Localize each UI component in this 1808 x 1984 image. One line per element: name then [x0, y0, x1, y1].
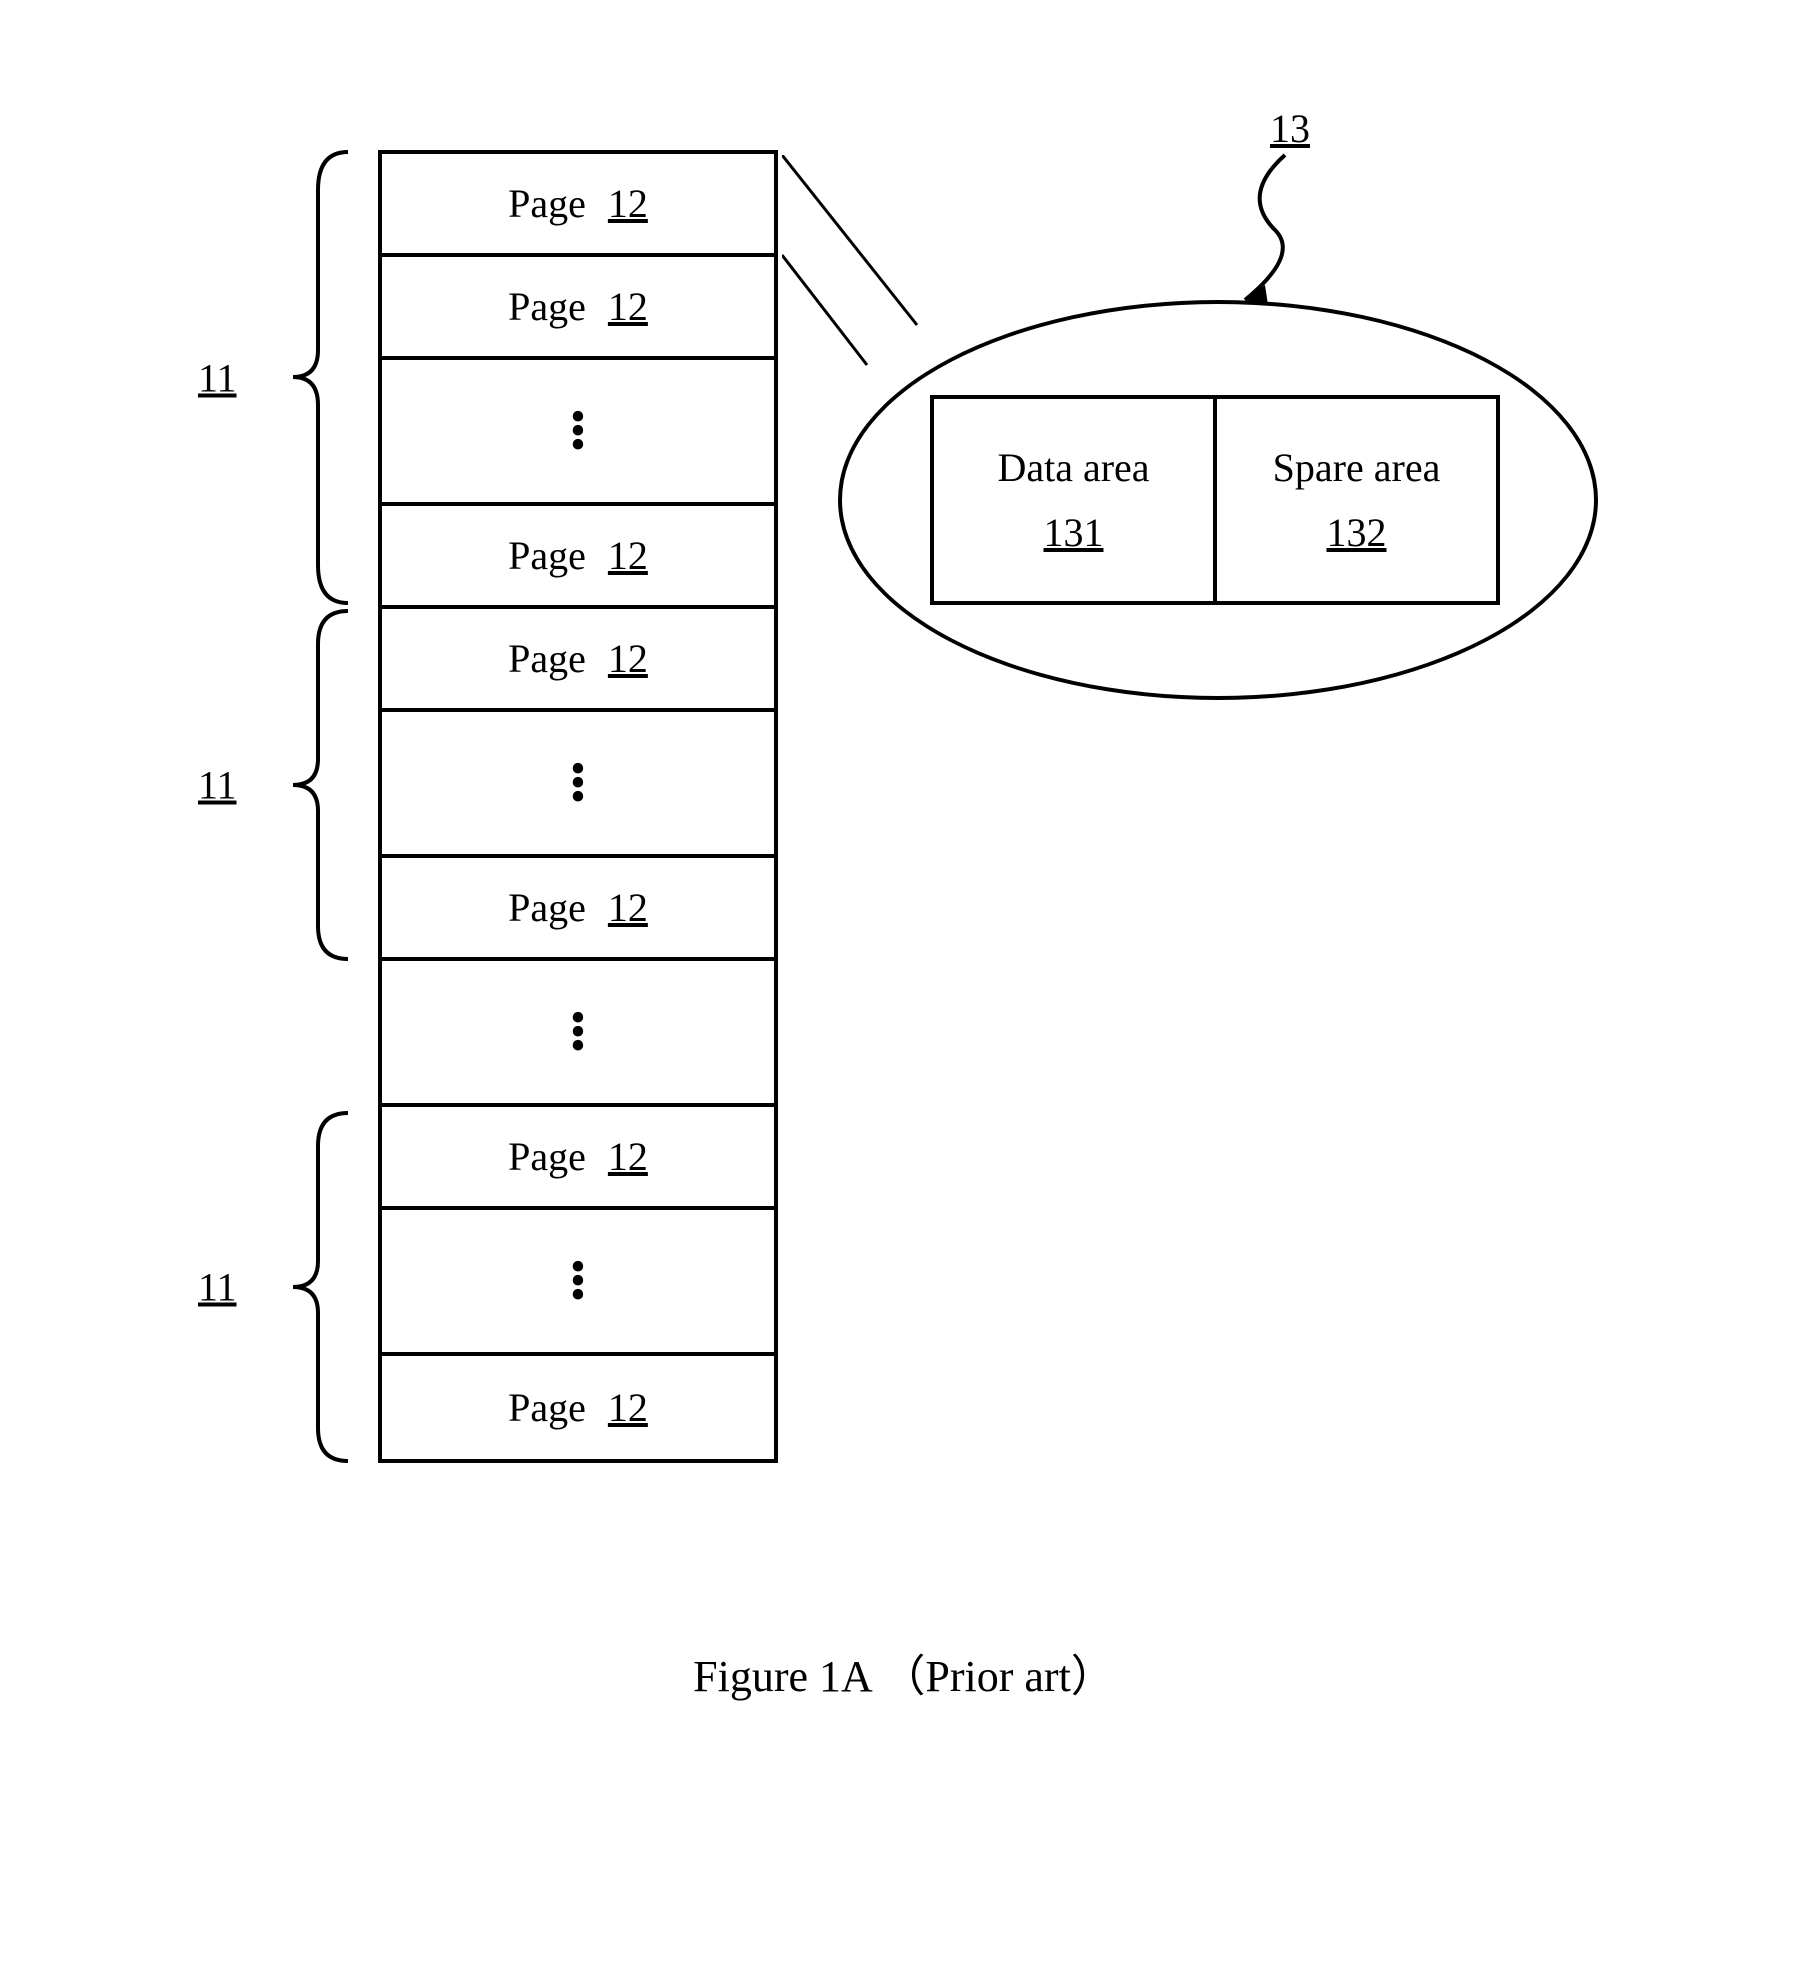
- brace-block-1: 11: [288, 150, 358, 605]
- spare-area-cell: Spare area 132: [1217, 399, 1496, 601]
- callout-pointer: [782, 155, 982, 375]
- ellipsis-row: •••: [382, 1210, 774, 1356]
- page-row: Page 12: [382, 858, 774, 961]
- sector-ref: 13: [1270, 105, 1310, 152]
- arrow-icon: [1190, 150, 1330, 320]
- data-area-label: Data area: [997, 444, 1149, 491]
- page-row: Page 12: [382, 154, 774, 257]
- data-area-ref: 131: [1044, 509, 1104, 556]
- page-label: Page: [508, 1384, 586, 1431]
- page-ref: 12: [608, 1384, 648, 1431]
- figure-caption: Figure 1A （Prior art）: [0, 1640, 1808, 1704]
- sector-box: Data area 131 Spare area 132: [930, 395, 1500, 605]
- page-label: Page: [508, 532, 586, 579]
- page-ref: 12: [608, 532, 648, 579]
- page-row: Page 12: [382, 1107, 774, 1210]
- block-ref: 11: [198, 354, 237, 401]
- page-label: Page: [508, 283, 586, 330]
- page-ref: 12: [608, 180, 648, 227]
- page-label: Page: [508, 635, 586, 682]
- ellipsis-row: •••: [382, 712, 774, 858]
- page-row: Page 12: [382, 609, 774, 712]
- page-row: Page 12: [382, 257, 774, 360]
- brace-block-3: 11: [288, 1111, 358, 1463]
- block-ref: 11: [198, 762, 237, 809]
- block-ref: 11: [198, 1264, 237, 1311]
- brace-block-2: 11: [288, 609, 358, 961]
- page-ref: 12: [608, 283, 648, 330]
- ellipsis-row: •••: [382, 961, 774, 1107]
- page-ref: 12: [608, 635, 648, 682]
- data-area-cell: Data area 131: [934, 399, 1217, 601]
- page-ref: 12: [608, 1133, 648, 1180]
- page-row: Page 12: [382, 1356, 774, 1459]
- page-stack: Page 12 Page 12 ••• Page 12 Page 12 ••• …: [378, 150, 778, 1463]
- page-label: Page: [508, 884, 586, 931]
- spare-area-label: Spare area: [1273, 444, 1441, 491]
- page-row: Page 12: [382, 506, 774, 609]
- page-ref: 12: [608, 884, 648, 931]
- page-label: Page: [508, 1133, 586, 1180]
- page-label: Page: [508, 180, 586, 227]
- ellipsis-row: •••: [382, 360, 774, 506]
- spare-area-ref: 132: [1327, 509, 1387, 556]
